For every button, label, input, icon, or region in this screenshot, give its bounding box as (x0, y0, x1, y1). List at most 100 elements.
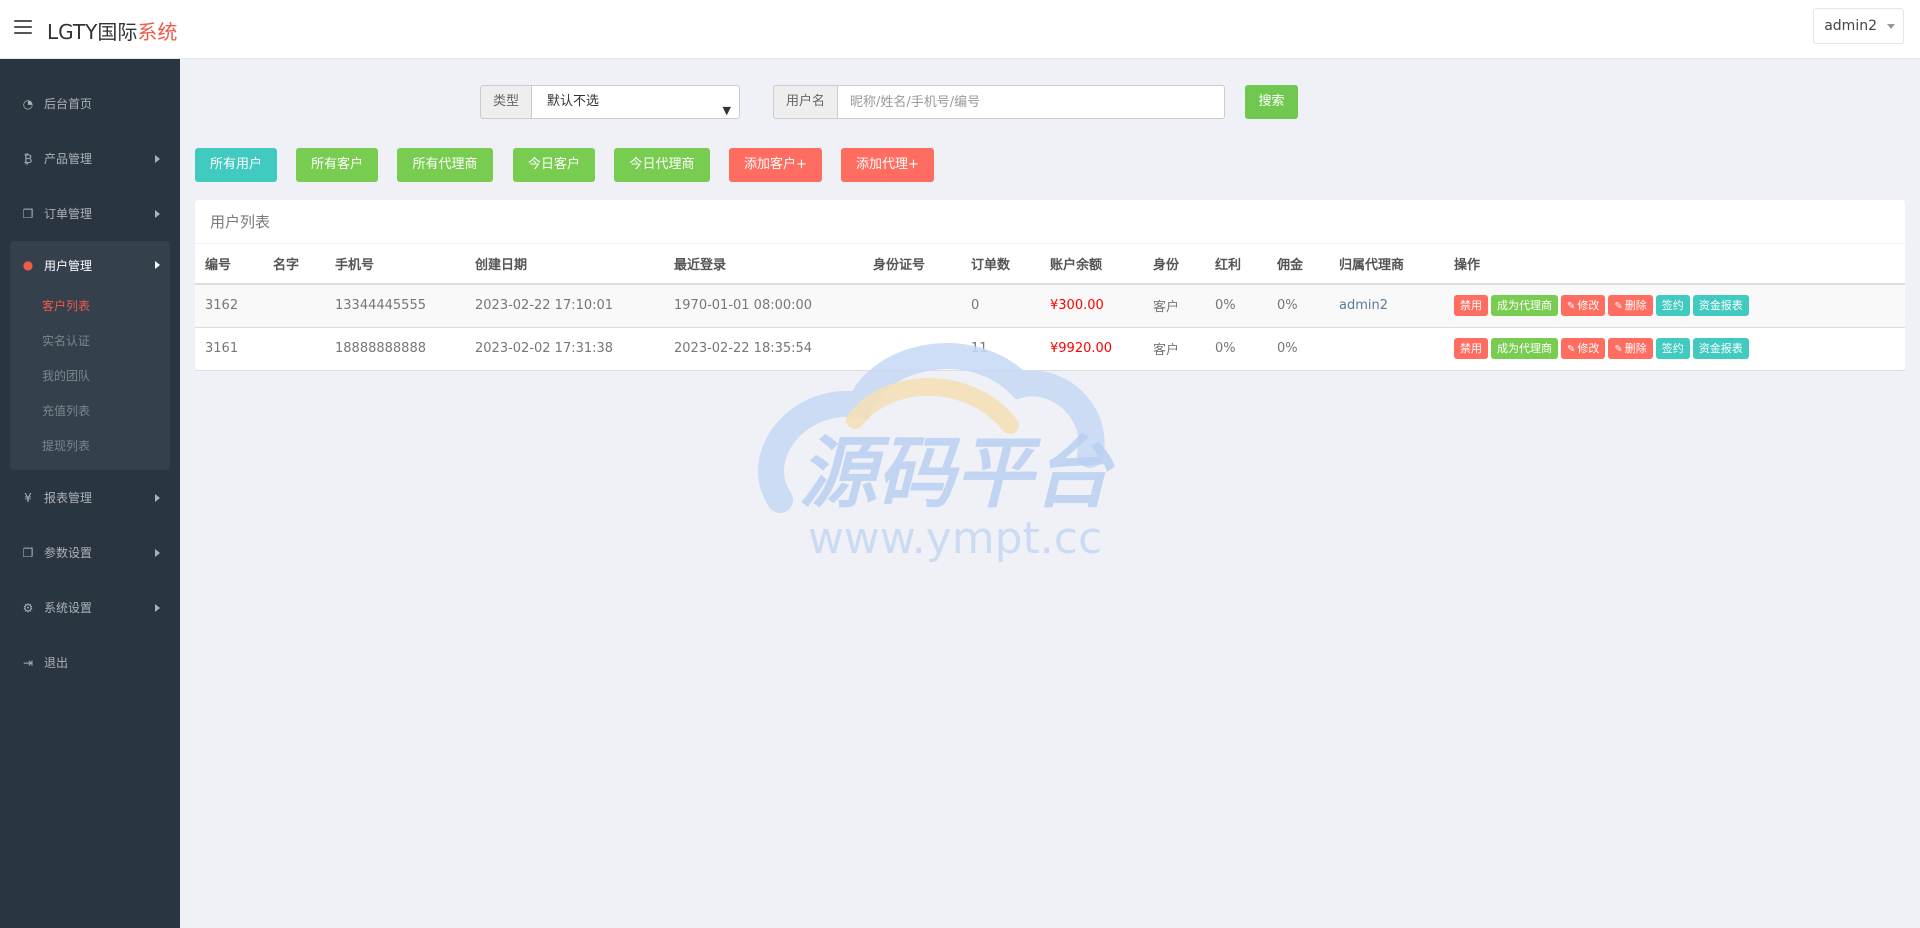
brand-accent: 系统 (137, 20, 178, 44)
make-agent-button[interactable]: 成为代理商 (1491, 338, 1558, 359)
column-header: 名字 (263, 244, 325, 285)
sidebar-item-system[interactable]: ⚙ 系统设置 (0, 580, 180, 635)
pencil-icon: ✎ (1614, 344, 1623, 355)
brand-title: LGTY国际系统 (47, 16, 177, 45)
delete-label: 删除 (1624, 299, 1647, 313)
cell-role: 客户 (1143, 327, 1205, 371)
sidebar-item-params[interactable]: ❐ 参数设置 (0, 525, 180, 580)
chevron-right-icon (155, 155, 160, 163)
type-filter-group: 类型 默认不选 ▼ (480, 85, 741, 119)
pencil-icon: ✎ (1567, 301, 1576, 313)
sign-button[interactable]: 签约 (1655, 338, 1690, 359)
sidebar-item-reports[interactable]: ¥ 报表管理 (0, 470, 180, 525)
cell-last-login: 2023-02-22 18:35:54 (664, 327, 863, 371)
cell-name (263, 327, 325, 371)
cell-phone: 13344445555 (325, 284, 465, 328)
sidebar-subitem-verification[interactable]: 实名认证 (10, 324, 170, 359)
fund-report-button[interactable]: 资金报表 (1692, 338, 1749, 359)
cell-commission: 0% (1267, 327, 1329, 371)
edit-label: 修改 (1577, 342, 1600, 355)
sidebar-subitem-recharge-list[interactable]: 充值列表 (10, 394, 170, 429)
disable-button[interactable]: 禁用 (1454, 295, 1488, 317)
pencil-icon: ✎ (1567, 344, 1576, 355)
sidebar-item-label: 参数设置 (44, 546, 93, 560)
cell-balance: ¥9920.00 (1040, 327, 1143, 371)
cell-balance: ¥300.00 (1040, 284, 1143, 328)
user-list-panel: 用户列表 编号 名字 手机号 创建日期 最近登录 身份证号 订单数 账户余额 身… (195, 200, 1905, 371)
sidebar-subitem-customer-list[interactable]: 客户列表 (10, 289, 170, 324)
copy-icon: ❐ (22, 206, 34, 221)
cell-commission: 0% (1267, 284, 1329, 328)
table-header-row: 编号 名字 手机号 创建日期 最近登录 身份证号 订单数 账户余额 身份 红利 … (195, 244, 1905, 285)
today-agents-button[interactable]: 今日代理商 (614, 148, 710, 182)
chevron-right-icon (155, 604, 160, 612)
today-customers-button[interactable]: 今日客户 (513, 148, 595, 182)
sidebar-item-logout[interactable]: ⇥ 退出 (0, 635, 180, 690)
all-agents-button[interactable]: 所有代理商 (397, 148, 493, 182)
fund-report-button[interactable]: 资金报表 (1692, 295, 1749, 317)
cell-name (263, 284, 325, 328)
sidebar-item-label: 报表管理 (44, 491, 93, 505)
sidebar-item-label: 退出 (44, 656, 69, 670)
delete-button[interactable]: ✎ 删除 (1608, 338, 1653, 359)
disable-button[interactable]: 禁用 (1454, 338, 1488, 359)
quick-filter-buttons: 所有用户 所有客户 所有代理商 今日客户 今日代理商 添加客户+ 添加代理+ (195, 148, 1915, 182)
user-dropdown[interactable]: admin2 (1813, 8, 1904, 44)
table-row: 3161 18888888888 2023-02-02 17:31:38 202… (195, 327, 1905, 371)
column-header: 佣金 (1267, 244, 1329, 285)
cell-bonus: 0% (1205, 284, 1267, 328)
type-filter-label: 类型 (480, 85, 532, 119)
cell-id: 3162 (195, 284, 263, 328)
chevron-right-icon (155, 494, 160, 502)
cell-orders: 0 (961, 284, 1040, 328)
filter-bar: 类型 默认不选 ▼ 用户名 搜索 (180, 85, 1920, 121)
column-header: 红利 (1205, 244, 1267, 285)
column-header: 身份证号 (863, 244, 961, 285)
add-customer-button[interactable]: 添加客户+ (729, 148, 822, 182)
username-filter-label: 用户名 (773, 85, 838, 119)
edit-button[interactable]: ✎ 修改 (1561, 295, 1606, 317)
all-customers-button[interactable]: 所有客户 (296, 148, 378, 182)
panel-title: 用户列表 (195, 200, 1905, 244)
column-header: 手机号 (325, 244, 465, 285)
search-button[interactable]: 搜索 (1245, 85, 1298, 119)
make-agent-button[interactable]: 成为代理商 (1491, 295, 1558, 317)
sidebar-item-orders[interactable]: ❐ 订单管理 (0, 186, 180, 241)
sidebar-subitem-withdraw-list[interactable]: 提现列表 (10, 429, 170, 464)
bitcoin-icon: ₿ (23, 151, 33, 166)
user-icon: ● (22, 258, 34, 272)
column-header: 订单数 (961, 244, 1040, 285)
delete-label: 删除 (1624, 342, 1647, 355)
sidebar-item-label: 产品管理 (44, 152, 93, 166)
caret-down-icon (1887, 24, 1895, 29)
sidebar-item-products[interactable]: ₿ 产品管理 (0, 131, 180, 186)
cell-bonus: 0% (1205, 327, 1267, 371)
sidebar-item-dashboard[interactable]: ◔ 后台首页 (0, 76, 180, 131)
chevron-right-icon (155, 261, 160, 269)
username-search-input[interactable] (837, 85, 1226, 119)
pencil-icon: ✎ (1614, 301, 1623, 313)
cell-role: 客户 (1143, 284, 1205, 328)
cell-agent: admin2 (1329, 284, 1444, 328)
cell-created: 2023-02-02 17:31:38 (465, 327, 664, 371)
gears-icon: ⚙ (22, 600, 34, 615)
sidebar-subitem-my-team[interactable]: 我的团队 (10, 359, 170, 394)
copy-icon: ❐ (22, 545, 34, 560)
chevron-down-icon: ▼ (722, 104, 732, 117)
column-header: 归属代理商 (1329, 244, 1444, 285)
sidebar-item-users[interactable]: ● 用户管理 (10, 241, 170, 289)
add-agent-button[interactable]: 添加代理+ (841, 148, 934, 182)
cell-id-card (863, 327, 961, 371)
delete-button[interactable]: ✎ 删除 (1608, 295, 1653, 317)
user-name: admin2 (1824, 18, 1877, 34)
edit-button[interactable]: ✎ 修改 (1561, 338, 1606, 359)
all-users-button[interactable]: 所有用户 (195, 148, 277, 182)
type-select[interactable]: 默认不选 ▼ (531, 85, 741, 119)
yen-icon: ¥ (24, 490, 32, 505)
sign-out-icon: ⇥ (22, 655, 34, 670)
menu-toggle-icon[interactable] (14, 20, 32, 36)
chevron-right-icon (155, 210, 160, 218)
sign-button[interactable]: 签约 (1655, 295, 1690, 317)
cell-actions: 禁用 成为代理商 ✎ 修改 ✎ 删除 签约 资金报表 (1444, 327, 1905, 371)
column-header: 创建日期 (465, 244, 664, 285)
